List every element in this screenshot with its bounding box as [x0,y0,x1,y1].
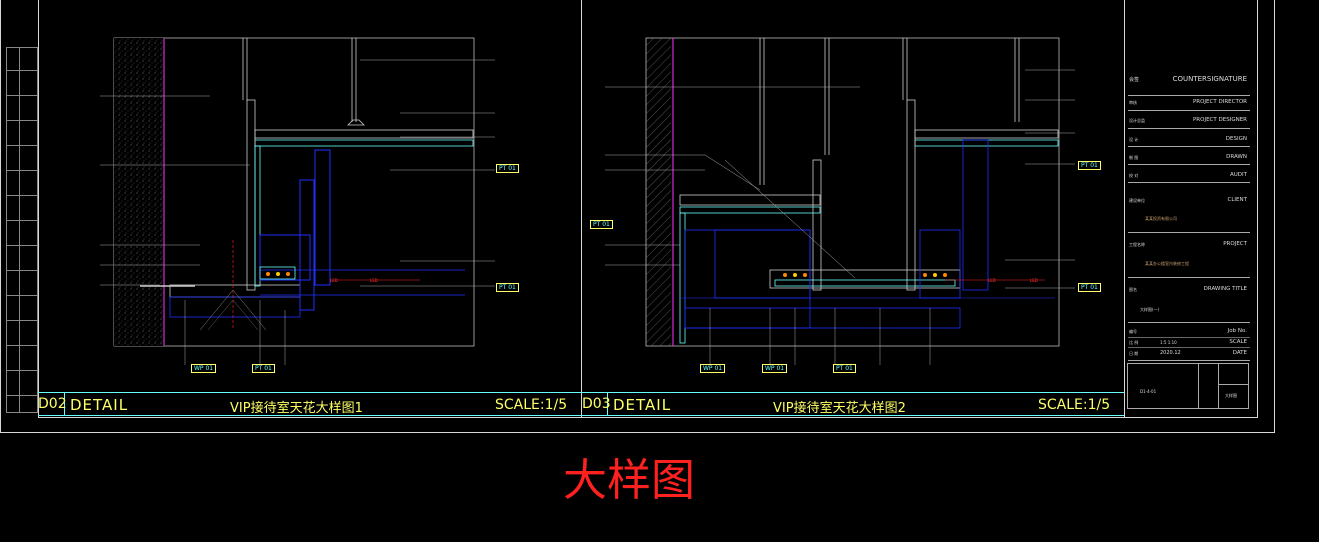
tb-jobno-key: 编号 [1129,329,1137,334]
d03-led-label-a: LED [988,278,996,283]
tb-date-key: 日 期 [1129,351,1139,356]
d03-led-label-b: LED [1030,278,1038,283]
tb-val-drawn: DRAWN [1226,154,1247,160]
viewport-frame [113,37,475,347]
tb-project-name: 某某办公楼室内装修工程 [1145,261,1189,266]
tb-jobno: Job No. [1227,328,1247,334]
tb-date-value: 2020.12 [1160,350,1181,356]
title-block [1124,60,1254,415]
tb-val-project: PROJECT [1223,241,1247,247]
sheet-divider [581,0,582,418]
tb-scale-key: 比 例 [1129,340,1139,345]
tb-sheet-left: D1-4-01 [1140,389,1157,394]
tb-key-designer: 设计总监 [1129,118,1145,123]
viewport-frame [645,37,1060,347]
d02-tag-pt01-c: PT 01 [252,364,275,373]
d02-led-label-a: LED [330,278,338,283]
strip-divider [19,48,20,412]
d02-tag-wp01: WP 01 [191,364,217,373]
detail-d02-drawing [100,37,495,365]
tb-date-label: DATE [1232,350,1247,356]
tb-client-name: 某某投资有限公司 [1145,216,1177,221]
tb-sheet-box [1127,363,1249,409]
d03-title: VIP接待室天花大样图2 [773,401,906,416]
tb-val-client: CLIENT [1227,197,1247,203]
d02-tag-pt01-b: PT 01 [496,283,519,292]
d02-title: VIP接待室天花大样图1 [230,401,363,416]
d02-led-label-b: LED [370,278,378,283]
d03-tag-wp01-b: WP 01 [762,364,788,373]
tb-scale-label: SCALE [1229,339,1247,345]
d02-label: DETAIL [70,396,129,414]
tb-key-drawn: 制 图 [1129,155,1139,160]
d02-code: D02 [38,396,67,412]
tb-key-project: 工程名称 [1129,242,1145,247]
d02-tag-pt01-a: PT 01 [496,164,519,173]
d03-tag-pt01-b: PT 01 [1078,161,1101,170]
tb-key-audit: 校 对 [1129,173,1139,178]
tb-key-client: 建设单位 [1129,198,1145,203]
tb-countersign-key: 会签 [1129,77,1140,83]
d03-tag-pt01-c: PT 01 [1078,283,1101,292]
tb-scale-value: 1:5 1:10 [1160,340,1177,345]
d03-code: D03 [582,396,611,412]
caption: 大样图 [563,455,695,506]
d03-label: DETAIL [613,396,672,414]
hatched-wall [646,38,671,346]
tb-val-audit: AUDIT [1229,172,1247,178]
d03-tag-wp01-a: WP 01 [700,364,726,373]
binding-strip [6,47,38,413]
detail-d03-drawing [605,37,1075,365]
concrete-wall [114,38,164,346]
d02-scale: SCALE:1/5 [495,397,568,413]
tb-countersign: COUNTERSIGNATURE [1172,75,1247,83]
d03-tag-pt01-d: PT 01 [833,364,856,373]
tb-key-design: 设 计 [1129,137,1139,142]
tb-sheet-right: 大样图 [1225,393,1237,398]
tb-val-title: DRAWING TITLE [1203,286,1247,292]
tb-val-designer: PROJECT DESIGNER [1192,117,1247,123]
tb-drawing-title: 大样图(一) [1140,307,1160,312]
tb-val-design: DESIGN [1225,136,1247,142]
d03-tag-pt01-a: PT 01 [590,220,613,229]
tb-val-director: PROJECT DIRECTOR [1192,99,1247,105]
tb-key-director: 审核 [1129,100,1137,105]
d03-scale: SCALE:1/5 [1038,397,1111,413]
tb-key-title: 图名 [1129,287,1137,292]
